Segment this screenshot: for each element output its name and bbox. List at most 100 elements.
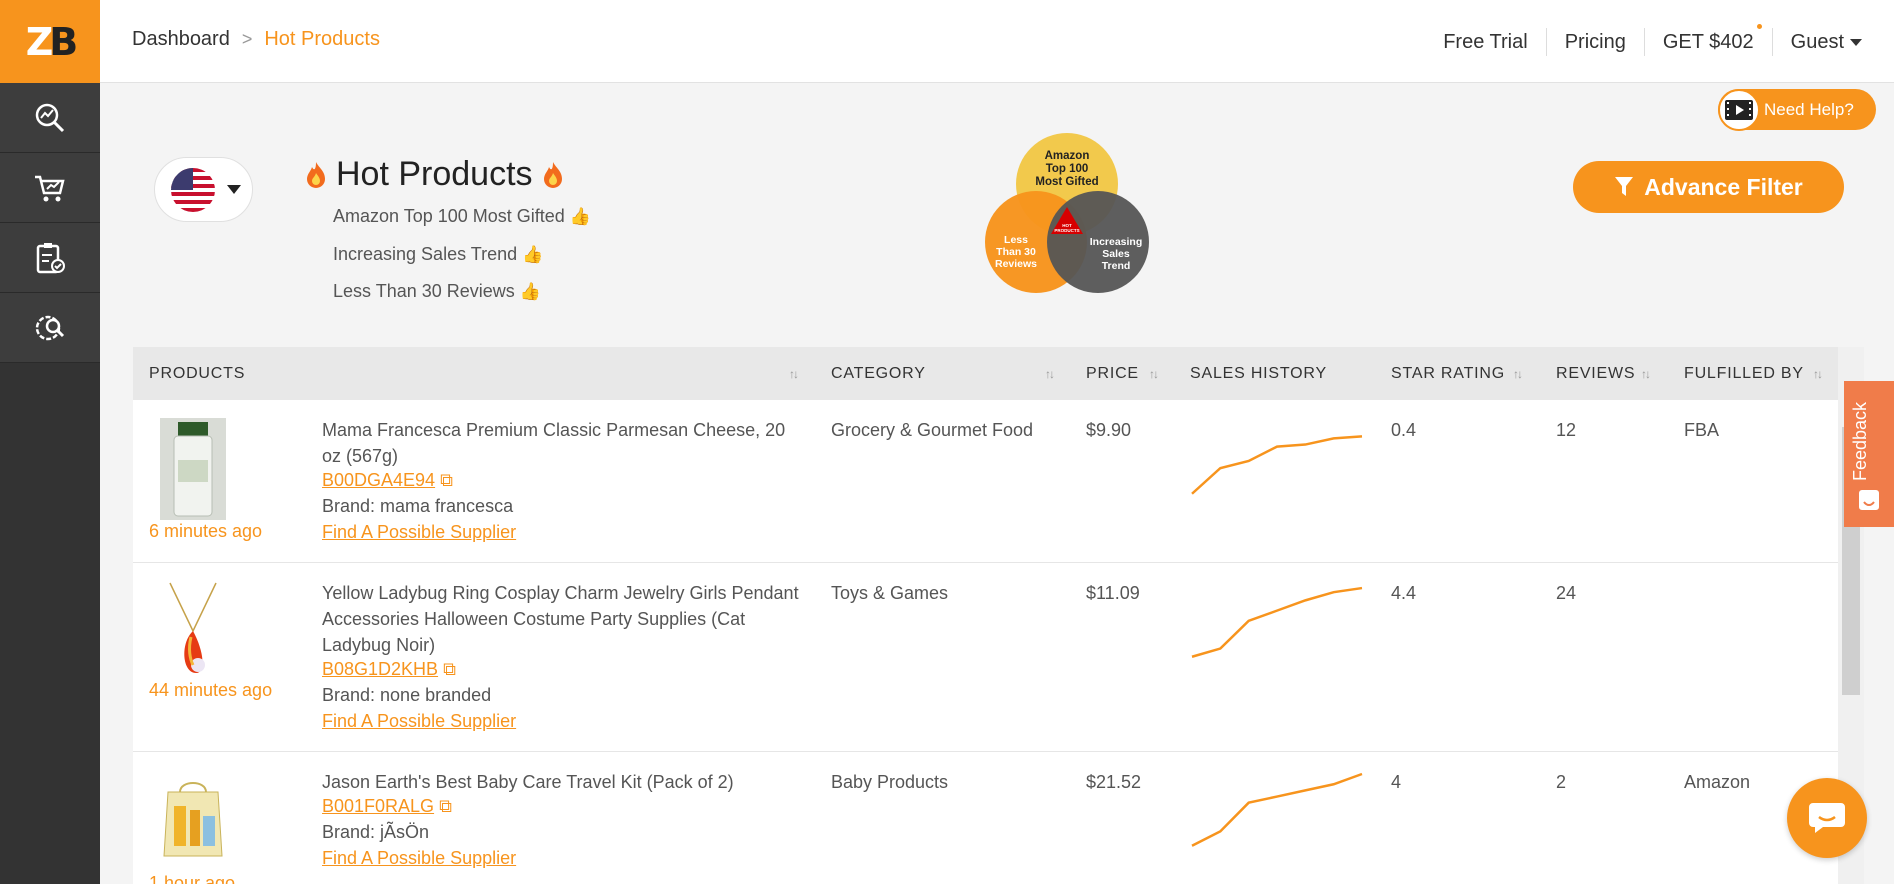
sidebar-item-checklist[interactable] [0,223,100,293]
star-rating: 0.4 [1391,420,1417,440]
hot-products-venn-diagram: Amazon Top 100 Most Gifted Less Than 30 … [985,133,1149,293]
venn-top-label-2: Top 100 [1046,163,1089,175]
table-row: 1 hour ago Jason Earth's Best Baby Care … [133,752,1838,884]
price: $11.09 [1086,583,1140,603]
find-supplier-link[interactable]: Find A Possible Supplier [322,522,516,543]
venn-left-label-2: Than 30 [996,246,1036,258]
user-menu[interactable]: Guest [1773,28,1862,56]
chat-icon [1809,803,1845,833]
analytics-search-icon [35,103,65,132]
category: Baby Products [831,772,949,792]
us-flag-icon [171,167,215,212]
country-select[interactable] [154,157,253,222]
product-image[interactable] [160,418,226,520]
external-link-icon: ⧉ [440,470,453,490]
caret-down-icon [1850,39,1862,47]
sort-icon[interactable]: ↑↓ [1641,367,1651,381]
sort-icon[interactable]: ↑↓ [1513,367,1523,381]
get-offer-label: GET $402 [1662,31,1754,53]
feature-item: Amazon Top 100 Most Gifted 👍 [333,206,591,226]
col-price[interactable]: PRICE [1086,365,1139,383]
product-name: Jason Earth's Best Baby Care Travel Kit … [322,772,734,792]
asin-link[interactable]: B001F0RALG ⧉ [322,796,452,817]
venn-right-label-3: Trend [1102,260,1131,272]
product-image[interactable] [160,770,226,872]
time-ago: 1 hour ago [149,873,236,884]
chat-button[interactable] [1787,778,1867,858]
topbar: Dashboard > Hot Products Free Trial Pric… [100,0,1894,83]
page-title-text: Hot Products [336,155,533,193]
advance-filter-label: Advance Filter [1644,173,1803,200]
breadcrumb-current: Hot Products [264,28,380,50]
feedback-tab[interactable]: Feedback [1844,381,1894,527]
product-name: Mama Francesca Premium Classic Parmesan … [322,420,786,466]
sort-icon[interactable]: ↑↓ [1149,367,1159,381]
sales-history-chart [1191,586,1363,658]
filter-icon [1615,177,1634,196]
brand: Brand: none branded [322,685,492,705]
breadcrumb: Dashboard > Hot Products [132,28,380,51]
price: $21.52 [1086,772,1142,792]
settings-search-icon [35,315,65,340]
breadcrumb-dashboard[interactable]: Dashboard [132,28,230,51]
category: Toys & Games [831,583,949,603]
time-ago: 44 minutes ago [149,680,273,700]
time-ago: 6 minutes ago [149,521,263,541]
video-play-icon [1718,88,1760,131]
chevron-right-icon: > [241,29,253,49]
thumbs-up-icon: 👍 [522,245,544,264]
fire-icon [307,161,325,188]
sidebar-item-analytics[interactable] [0,83,100,153]
col-fulfilled-by[interactable]: FULFILLED BY [1684,365,1804,383]
free-trial-link[interactable]: Free Trial [1425,28,1547,56]
sidebar-item-cart[interactable] [0,153,100,223]
external-link-icon: ⧉ [443,659,456,679]
product-image[interactable] [160,581,226,683]
reviews: 12 [1556,420,1577,440]
col-products[interactable]: PRODUCTS [149,365,245,383]
fire-icon [543,161,562,188]
star-rating: 4 [1391,772,1402,792]
products-table: PRODUCTS ↑↓ CATEGORY ↑↓ PRICE ↑↓ SALES H… [133,347,1838,884]
find-supplier-link[interactable]: Find A Possible Supplier [322,848,516,869]
need-help-button[interactable]: Need Help? [1718,88,1876,131]
product-name: Yellow Ladybug Ring Cosplay Charm Jewelr… [322,583,799,655]
sidebar: ZB [0,0,100,884]
col-reviews[interactable]: REVIEWS [1556,365,1635,383]
sales-history-line [1191,586,1363,658]
venn-left-label-1: Less [1004,234,1028,246]
find-supplier-link[interactable]: Find A Possible Supplier [322,711,516,732]
sidebar-item-settings[interactable] [0,293,100,363]
checklist-icon [36,242,65,273]
logo[interactable]: ZB [0,0,100,83]
notification-dot [1756,24,1762,29]
sort-icon[interactable]: ↑↓ [1813,367,1823,381]
category: Grocery & Gourmet Food [831,420,1034,440]
col-star-rating[interactable]: STAR RATING [1391,365,1505,383]
page-title: Hot Products [296,155,573,194]
venn-top-label-1: Amazon [1045,150,1090,162]
top-nav: Free Trial Pricing GET $402 Guest [1425,24,1862,56]
sales-history-line [1191,772,1363,847]
asin-link[interactable]: B00DGA4E94 ⧉ [322,470,453,491]
sort-icon[interactable]: ↑↓ [789,367,799,381]
fulfilled-by: FBA [1684,420,1720,440]
get-offer-link[interactable]: GET $402 [1645,24,1773,56]
pricing-link[interactable]: Pricing [1547,28,1645,56]
smile-icon [1859,490,1879,510]
sales-history-line [1191,435,1363,495]
fulfilled-by: Amazon [1684,772,1751,792]
logo-text: ZB [25,19,79,64]
external-link-icon: ⧉ [439,796,452,816]
venn-left-label-3: Reviews [995,258,1037,270]
reviews: 2 [1556,772,1567,792]
advance-filter-button[interactable]: Advance Filter [1573,161,1844,213]
venn-right-label-1: Increasing [1090,236,1143,248]
sort-icon[interactable]: ↑↓ [1045,367,1055,381]
star-rating: 4.4 [1391,583,1417,603]
thumbs-up-icon: 👍 [569,207,591,226]
asin-link[interactable]: B08G1D2KHB ⧉ [322,659,456,680]
feature-item: Less Than 30 Reviews 👍 [333,281,541,301]
need-help-label: Need Help? [1764,99,1854,119]
col-category[interactable]: CATEGORY [831,365,926,383]
